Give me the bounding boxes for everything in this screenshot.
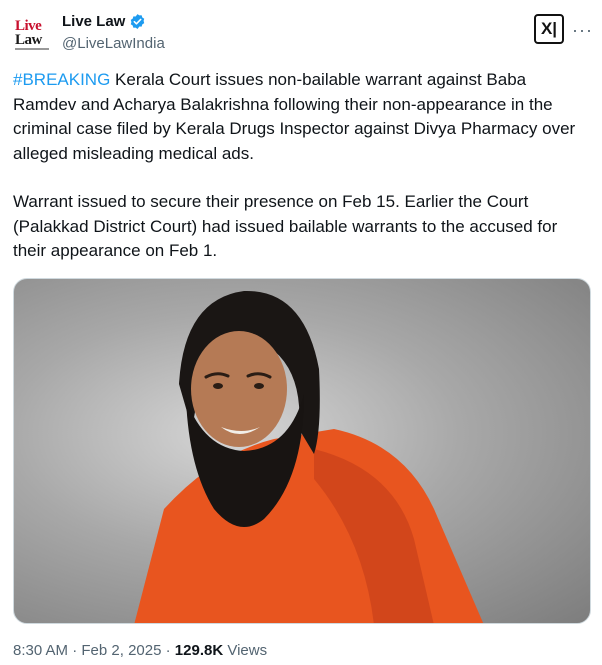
- tweet-time[interactable]: 8:30 AM: [13, 642, 68, 659]
- logo-text-law: Law: [15, 32, 42, 48]
- display-name[interactable]: Live Law: [62, 13, 146, 30]
- display-name-text: Live Law: [62, 13, 126, 30]
- photo-face: [191, 331, 287, 447]
- handle[interactable]: @LiveLawIndia: [62, 35, 165, 52]
- separator: ·: [68, 642, 82, 659]
- views-count: 129.8K: [174, 642, 224, 659]
- author-info: Live Law @LiveLawIndia: [62, 13, 165, 52]
- tweet-meta: 8:30 AM · Feb 2, 2025 · 129.8K Views: [13, 642, 267, 659]
- tweet-paragraph-1: #BREAKING Kerala Court issues non-bailab…: [13, 68, 593, 166]
- tweet-paragraph-2: Warrant issued to secure their presence …: [13, 192, 558, 260]
- grok-icon[interactable]: X|: [534, 14, 564, 44]
- tweet-photo[interactable]: [13, 278, 591, 624]
- verified-badge-icon: [131, 14, 145, 29]
- photo-portrait: [134, 290, 484, 623]
- tweet-header: Live Law Live Law @LiveLawIndia X| ···: [12, 8, 592, 58]
- photo-left-eye: [213, 383, 223, 389]
- separator: ·: [161, 642, 175, 659]
- tweet-date[interactable]: Feb 2, 2025: [81, 642, 161, 659]
- views-label: Views: [223, 642, 268, 659]
- tweet-text: #BREAKING Kerala Court issues non-bailab…: [13, 68, 593, 264]
- hashtag-link[interactable]: #BREAKING: [13, 70, 110, 89]
- avatar[interactable]: Live Law: [12, 14, 54, 52]
- logo-underline: [15, 48, 49, 50]
- photo-right-eye: [254, 383, 264, 389]
- more-options-icon[interactable]: ···: [572, 20, 593, 41]
- photo-robe: [134, 429, 484, 623]
